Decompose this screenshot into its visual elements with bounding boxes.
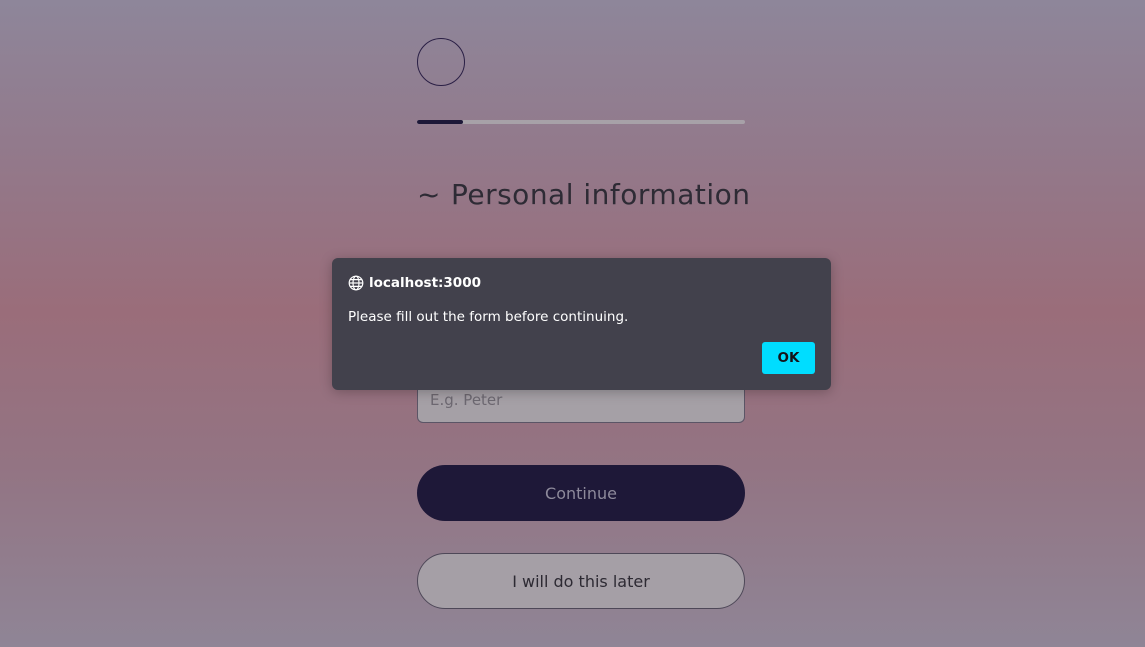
title-text: Personal information: [450, 178, 751, 211]
progress-fill: [417, 120, 463, 124]
title-prefix: ~: [417, 178, 441, 211]
page-title: ~ Personal information: [417, 178, 750, 211]
ok-button[interactable]: OK: [762, 342, 815, 374]
alert-dialog: localhost:3000 Please fill out the form …: [332, 258, 831, 390]
dialog-origin: localhost:3000: [369, 275, 481, 291]
dialog-message: Please fill out the form before continui…: [348, 309, 629, 325]
progress-bar: [417, 120, 745, 124]
globe-icon: [348, 275, 364, 291]
dialog-header: localhost:3000: [348, 275, 481, 291]
continue-button[interactable]: Continue: [417, 465, 745, 521]
do-later-button[interactable]: I will do this later: [417, 553, 745, 609]
avatar-placeholder[interactable]: [417, 38, 465, 86]
